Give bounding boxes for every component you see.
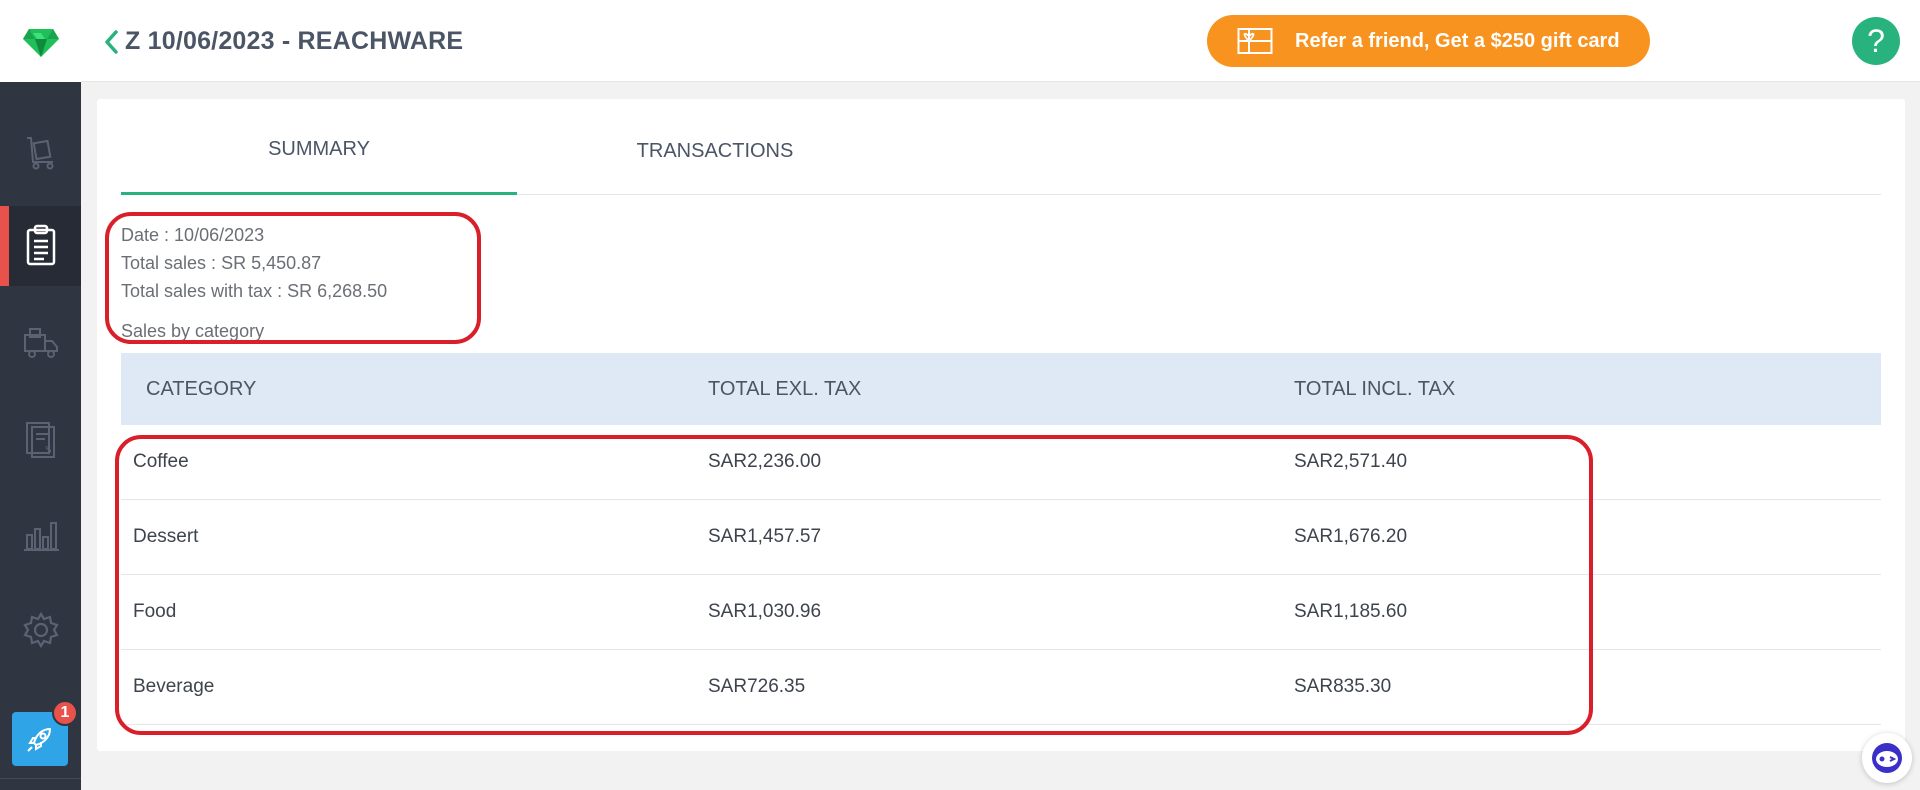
summary-total-with-tax: Total sales with tax : SR 6,268.50 [121,277,387,305]
back-navigation[interactable]: Z 10/06/2023 - REACHWARE [103,27,463,56]
rocket-icon [27,727,52,752]
clipboard-report-icon [26,224,55,266]
total-sales-value: SR 5,450.87 [221,253,322,273]
header-category: CATEGORY [146,377,257,400]
help-icon: ? [1867,22,1885,59]
chevron-left-icon[interactable] [103,29,119,55]
cell-total-excl: SAR2,236.00 [708,451,822,472]
z-report-card: SUMMARY TRANSACTIONS Date : 10/06/2023 T… [97,99,1905,751]
table-row: Coffee SAR2,236.00 SAR2,571.40 [121,425,1881,500]
tab-summary[interactable]: SUMMARY [121,99,517,195]
date-label: Date : [121,225,170,245]
notification-badge: 1 [52,700,78,726]
summary-date: Date : 10/06/2023 [121,221,387,249]
bar-chart-icon [23,522,59,551]
shopping-cart-icon [26,137,53,170]
sidebar-item-orders[interactable] [0,112,81,192]
sidebar: $ 1 [0,82,81,790]
date-value: 10/06/2023 [174,225,265,245]
cell-total-incl: SAR835.30 [1294,676,1392,697]
invoice-dollar-icon: $ [25,422,55,458]
svg-text:$: $ [45,443,52,456]
sidebar-item-reports[interactable] [0,206,81,286]
total-tax-value: SR 6,268.50 [287,281,388,301]
help-button[interactable]: ? [1852,17,1900,65]
chat-widget-button[interactable] [1862,733,1912,783]
refer-friend-label: Refer a friend, Get a $250 gift card [1295,29,1620,52]
total-sales-label: Total sales : [121,253,217,273]
gift-card-icon [1237,28,1273,54]
gem-logo-icon [22,29,59,57]
table-row: Dessert SAR1,457.57 SAR1,676.20 [121,500,1881,575]
cell-category: Beverage [133,676,215,697]
header-total-incl-tax: TOTAL INCL. TAX [1294,377,1456,400]
page-title: Z 10/06/2023 - REACHWARE [125,27,464,55]
sidebar-item-analytics[interactable] [0,495,81,575]
top-bar: Z 10/06/2023 - REACHWARE Refer a friend,… [0,0,1920,82]
chat-bot-icon [1872,743,1902,773]
cell-total-incl: SAR1,185.60 [1294,601,1408,622]
tab-transactions[interactable]: TRANSACTIONS [517,99,913,195]
sidebar-item-delivery[interactable] [0,303,81,383]
sidebar-divider [0,778,81,779]
summary-info: Date : 10/06/2023 Total sales : SR 5,450… [121,221,387,345]
cell-total-excl: SAR1,457.57 [708,526,822,547]
delivery-truck-icon [23,328,58,358]
sales-by-category-title: Sales by category [121,321,265,341]
gear-icon [22,611,59,649]
sidebar-item-settings[interactable] [0,590,81,670]
header-total-excl-tax: TOTAL EXL. TAX [708,377,862,400]
table-header: CATEGORY TOTAL EXL. TAX TOTAL INCL. TAX [121,353,1881,425]
summary-total-sales: Total sales : SR 5,450.87 [121,249,387,277]
total-tax-label: Total sales with tax : [121,281,283,301]
sidebar-item-invoices[interactable]: $ [0,399,81,479]
cell-category: Coffee [133,451,189,472]
category-sales-table: CATEGORY TOTAL EXL. TAX TOTAL INCL. TAX … [121,353,1881,725]
cell-category: Food [133,601,177,622]
cell-total-incl: SAR1,676.20 [1294,526,1408,547]
refer-friend-button[interactable]: Refer a friend, Get a $250 gift card [1207,15,1650,67]
cell-total-excl: SAR726.35 [708,676,806,697]
cell-total-incl: SAR2,571.40 [1294,451,1408,472]
launch-rocket-button[interactable]: 1 [12,700,78,766]
cell-total-excl: SAR1,030.96 [708,601,822,622]
cell-category: Dessert [133,526,199,547]
table-row: Beverage SAR726.35 SAR835.30 [121,650,1881,725]
table-row: Food SAR1,030.96 SAR1,185.60 [121,575,1881,650]
tab-bar: SUMMARY TRANSACTIONS [121,99,1881,195]
app-logo[interactable] [0,0,81,82]
